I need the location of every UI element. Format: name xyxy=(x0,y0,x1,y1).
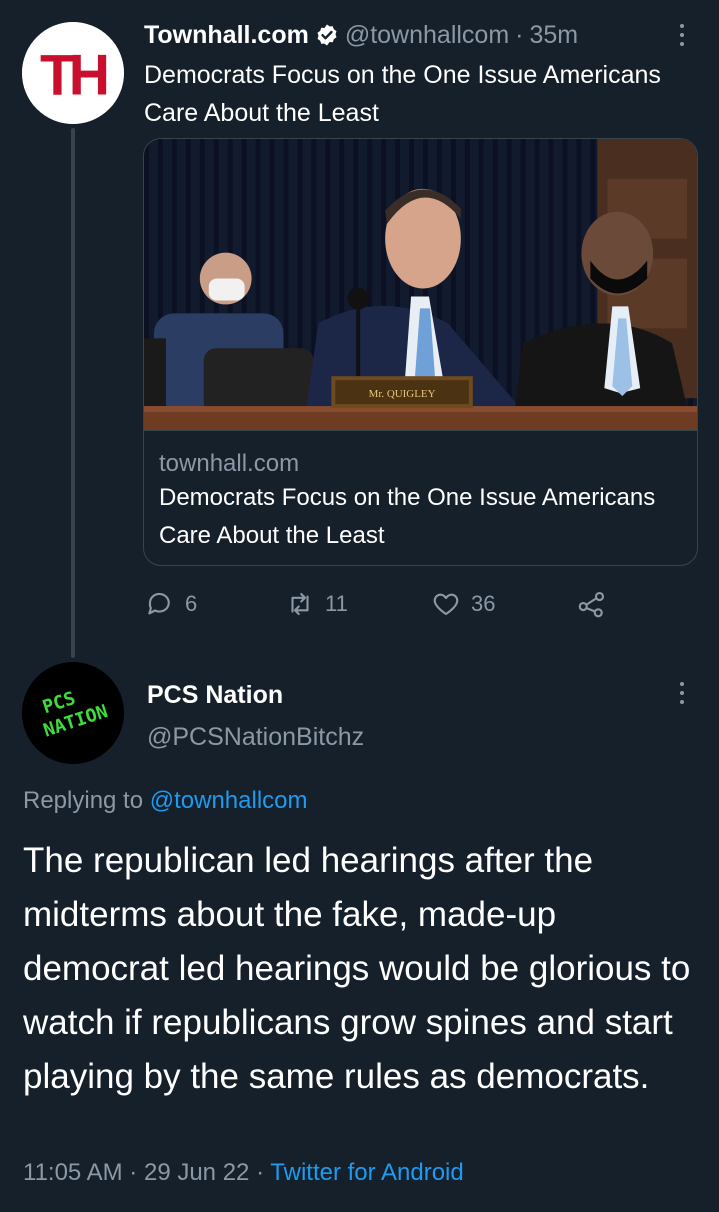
separator-dot: · xyxy=(515,21,524,49)
reply-more-options-icon[interactable] xyxy=(677,678,687,708)
retweet-button[interactable]: 11 xyxy=(285,584,348,624)
congressional-hearing-photo-icon: Mr. QUIGLEY xyxy=(144,139,697,430)
share-icon xyxy=(578,591,605,618)
replying-to-line: Replying to @townhallcom xyxy=(23,784,308,818)
townhall-logo-icon: TH xyxy=(22,22,124,124)
reply-handle[interactable]: @PCSNationBitchz xyxy=(147,720,364,754)
retweet-icon xyxy=(291,592,309,616)
card-image: Mr. QUIGLEY xyxy=(144,139,697,431)
tweet-metadata: 11:05 AM · 29 Jun 22 · Twitter for Andro… xyxy=(23,1156,464,1190)
reply-display-name[interactable]: PCS Nation xyxy=(147,678,283,712)
tweet-action-bar: 6 11 36 xyxy=(145,584,625,624)
like-button[interactable]: 36 xyxy=(431,584,495,624)
verified-badge-icon xyxy=(317,24,337,46)
reply-icon xyxy=(148,592,170,615)
tweet-source-link[interactable]: Twitter for Android xyxy=(270,1159,463,1186)
link-preview-card[interactable]: Mr. QUIGLEY townhall.com Democrats Focus… xyxy=(143,138,698,566)
parent-display-name[interactable]: Townhall.com xyxy=(144,18,309,52)
parent-more-options-icon[interactable] xyxy=(677,20,687,50)
reply-tweet-text: The republican led hearings after the mi… xyxy=(23,841,691,1096)
thread-connector-line xyxy=(71,128,75,658)
meta-separator: · xyxy=(129,1159,138,1186)
card-title: Democrats Focus on the One Issue America… xyxy=(159,484,656,549)
tweet-date[interactable]: 29 Jun 22 xyxy=(144,1159,249,1186)
parent-timestamp[interactable]: 35m xyxy=(530,18,579,52)
pcs-nation-avatar[interactable]: PCS NATION xyxy=(22,662,124,764)
tweet-time[interactable]: 11:05 AM xyxy=(23,1159,123,1186)
pcs-nation-logo-icon: PCS NATION xyxy=(22,662,124,764)
parent-tweet-text: Democrats Focus on the One Issue America… xyxy=(144,61,661,127)
like-count: 36 xyxy=(471,591,496,616)
avatar-logo-text: TH xyxy=(40,43,107,107)
heart-icon xyxy=(433,593,459,616)
parent-handle[interactable]: @townhallcom xyxy=(345,18,509,52)
share-button[interactable] xyxy=(577,584,617,624)
card-domain: townhall.com xyxy=(159,450,300,477)
reply-button[interactable]: 6 xyxy=(145,584,197,624)
townhall-avatar[interactable]: TH xyxy=(22,22,124,124)
reply-count: 6 xyxy=(185,591,198,616)
replying-to-mention-link[interactable]: @townhallcom xyxy=(150,787,308,814)
replying-to-prefix: Replying to xyxy=(23,787,144,814)
nameplate-text: Mr. QUIGLEY xyxy=(369,388,436,400)
parent-tweet-header: Townhall.com @townhallcom · 35m xyxy=(144,18,578,52)
meta-separator: · xyxy=(256,1159,265,1186)
retweet-count: 11 xyxy=(325,591,348,616)
